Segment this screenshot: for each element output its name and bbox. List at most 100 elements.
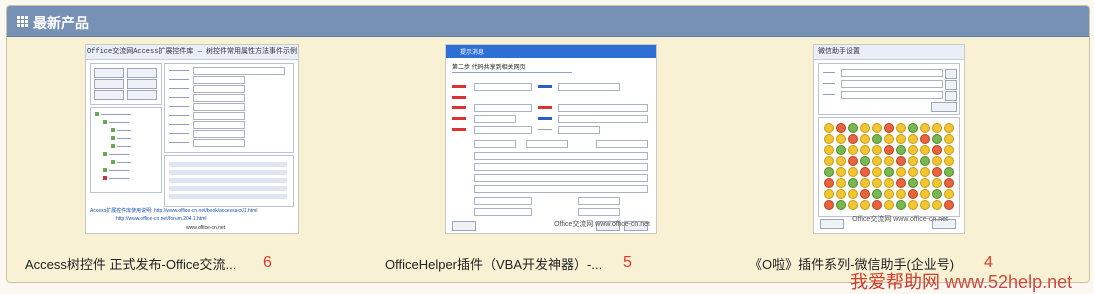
emoji-icon xyxy=(872,189,882,199)
emoji-icon xyxy=(896,189,906,199)
emoji-icon xyxy=(920,189,930,199)
emoji-icon xyxy=(860,178,870,188)
emoji-grid xyxy=(818,117,960,217)
site-name: 我爱帮助网 xyxy=(850,272,940,292)
emoji-icon xyxy=(908,134,918,144)
product-title-link[interactable]: Access树控件 正式发布-Office交流... xyxy=(25,254,236,273)
emoji-icon xyxy=(896,167,906,177)
emoji-icon xyxy=(860,156,870,166)
emoji-icon xyxy=(860,134,870,144)
emoji-icon xyxy=(908,200,918,210)
emoji-icon xyxy=(908,178,918,188)
settings-group xyxy=(818,63,960,115)
dialog-heading: 第二步 代码共享到相关网页 xyxy=(452,65,526,71)
emoji-icon xyxy=(872,156,882,166)
product-thumbnail[interactable]: 提示消息 第二步 代码共享到相关网页 Office交流网 www.office-… xyxy=(445,44,657,234)
emoji-icon xyxy=(884,145,894,155)
site-url: www.52help.net xyxy=(945,272,1073,292)
thumbnail-watermark: Office交流网 www.office-cn.net xyxy=(554,221,650,228)
emoji-icon xyxy=(896,134,906,144)
emoji-icon xyxy=(836,178,846,188)
emoji-icon xyxy=(848,134,858,144)
emoji-icon xyxy=(908,189,918,199)
emoji-icon xyxy=(932,200,942,210)
emoji-icon xyxy=(896,178,906,188)
emoji-icon xyxy=(920,156,930,166)
emoji-icon xyxy=(908,123,918,133)
emoji-icon xyxy=(872,145,882,155)
emoji-icon xyxy=(920,167,930,177)
emoji-icon xyxy=(884,134,894,144)
emoji-icon xyxy=(824,200,834,210)
emoji-icon xyxy=(824,178,834,188)
grid-icon xyxy=(17,16,29,27)
emoji-icon xyxy=(848,189,858,199)
emoji-icon xyxy=(824,134,834,144)
emoji-icon xyxy=(920,134,930,144)
site-link: www.office-cn.net xyxy=(186,225,226,231)
product-card[interactable]: 提示消息 第二步 代码共享到相关网页 Office交流网 www.office-… xyxy=(371,44,731,274)
emoji-icon xyxy=(848,178,858,188)
emoji-icon xyxy=(884,123,894,133)
emoji-icon xyxy=(872,134,882,144)
emoji-icon xyxy=(872,167,882,177)
tree-view xyxy=(90,107,162,193)
emoji-icon xyxy=(932,167,942,177)
forum-link: http://www.office-cn.net/forum.204.1.htm… xyxy=(116,216,207,222)
emoji-icon xyxy=(944,156,954,166)
emoji-icon xyxy=(860,167,870,177)
emoji-icon xyxy=(920,178,930,188)
emoji-icon xyxy=(896,145,906,155)
view-count: 6 xyxy=(263,254,272,271)
emoji-icon xyxy=(944,200,954,210)
emoji-icon xyxy=(872,200,882,210)
emoji-icon xyxy=(896,156,906,166)
emoji-icon xyxy=(860,200,870,210)
product-card[interactable]: Office交流网Access扩展控件库 — 树控件常用属性方法事件示例 Acc… xyxy=(13,44,373,274)
product-thumbnail[interactable]: 微信助手设置 Office交流网 www.office-cn.net xyxy=(813,44,965,234)
emoji-icon xyxy=(836,156,846,166)
emoji-icon xyxy=(824,189,834,199)
emoji-icon xyxy=(908,167,918,177)
emoji-icon xyxy=(896,123,906,133)
emoji-icon xyxy=(944,167,954,177)
site-watermark: 我爱帮助网 www.52help.net xyxy=(850,268,1072,294)
product-card[interactable]: 微信助手设置 Office交流网 www.office-cn.net 《O啦》插… xyxy=(729,44,1089,274)
emoji-icon xyxy=(920,200,930,210)
emoji-icon xyxy=(884,178,894,188)
emoji-icon xyxy=(860,145,870,155)
emoji-icon xyxy=(896,200,906,210)
emoji-icon xyxy=(932,123,942,133)
emoji-icon xyxy=(932,134,942,144)
property-grid xyxy=(164,63,294,153)
emoji-icon xyxy=(860,123,870,133)
emoji-icon xyxy=(836,167,846,177)
emoji-icon xyxy=(908,156,918,166)
emoji-icon xyxy=(932,145,942,155)
help-link: Access扩展控件库使用说明: http://www.office-cn.ne… xyxy=(90,208,258,214)
emoji-icon xyxy=(920,123,930,133)
dialog-title: 提示消息 xyxy=(460,50,485,56)
emoji-icon xyxy=(872,178,882,188)
emoji-icon xyxy=(920,145,930,155)
emoji-icon xyxy=(872,123,882,133)
emoji-icon xyxy=(824,167,834,177)
emoji-icon xyxy=(932,156,942,166)
emoji-icon xyxy=(944,189,954,199)
panel-header: 最新产品 xyxy=(7,6,1089,37)
emoji-icon xyxy=(824,145,834,155)
view-count: 5 xyxy=(623,254,632,271)
emoji-icon xyxy=(884,189,894,199)
emoji-icon xyxy=(944,145,954,155)
product-thumbnail[interactable]: Office交流网Access扩展控件库 — 树控件常用属性方法事件示例 Acc… xyxy=(85,44,299,234)
product-title-link[interactable]: OfficeHelper插件（VBA开发神器）-... xyxy=(385,254,602,273)
emoji-icon xyxy=(848,167,858,177)
emoji-icon xyxy=(932,178,942,188)
emoji-icon xyxy=(944,123,954,133)
latest-products-panel: 最新产品 Office交流网Access扩展控件库 — 树控件常用属性方法事件示… xyxy=(6,5,1090,283)
emoji-icon xyxy=(824,156,834,166)
emoji-icon xyxy=(848,156,858,166)
emoji-icon xyxy=(908,145,918,155)
emoji-icon xyxy=(836,123,846,133)
emoji-icon xyxy=(884,167,894,177)
